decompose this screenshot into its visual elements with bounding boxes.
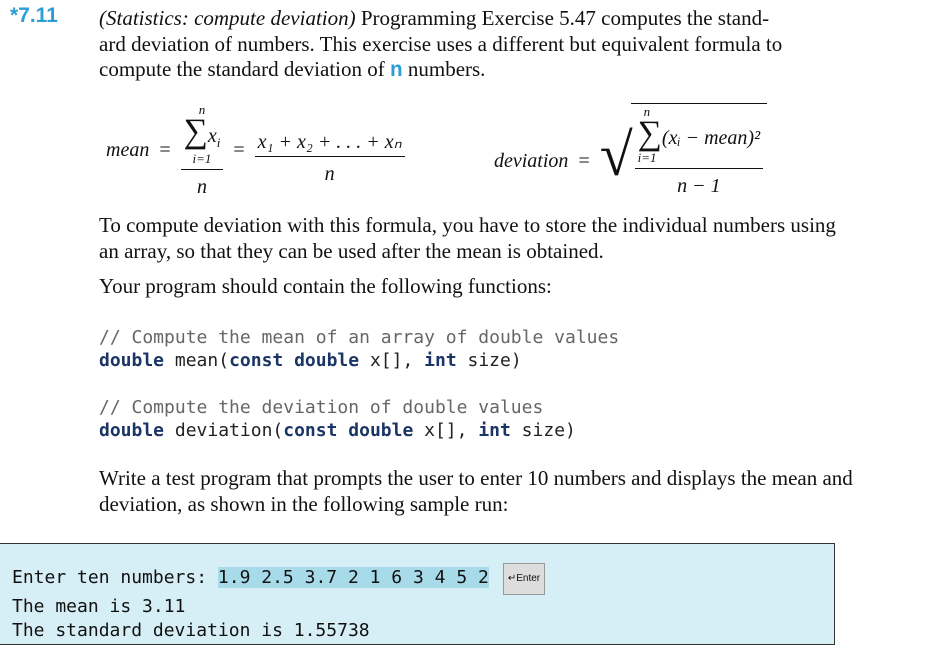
sum-lower: i=1 (637, 149, 657, 165)
code-text: x[], (413, 420, 479, 441)
exercise-intro: (Statistics: compute deviation) Programm… (99, 6, 859, 85)
code-keyword: double (99, 420, 165, 441)
paragraph: To compute deviation with this formula, … (99, 213, 836, 263)
sub-i: i (216, 134, 221, 150)
intro-text: ard deviation of numbers. This exercise … (99, 31, 783, 56)
denominator: n (324, 162, 335, 185)
code-block: // Compute the mean of an array of doubl… (99, 326, 619, 372)
code-text: size) (510, 420, 576, 441)
sqrt-sign: √ (599, 122, 633, 188)
paragraph: Write a test program that prompts the us… (99, 466, 853, 516)
code-keyword: double (99, 350, 165, 371)
code-text: mean( (164, 350, 230, 371)
code-block: // Compute the deviation of double value… (99, 396, 576, 442)
exercise-title: (Statistics: compute deviation) (99, 6, 356, 30)
intro-text: compute the standard deviation of (99, 57, 390, 81)
user-input: 1.9 2.5 3.7 2 1 6 3 4 5 2 (217, 567, 489, 588)
prompt-text: Enter ten numbers: (12, 567, 218, 588)
sum-term: x (207, 124, 217, 147)
variable-n: n (390, 60, 403, 83)
output-line: The mean is 3.11 (12, 596, 186, 617)
sum-lower: i=1 (192, 150, 212, 166)
code-text: size) (456, 350, 522, 371)
equals: = (233, 138, 245, 161)
deviation-fraction: n ∑(xᵢ − mean)² i=1 n − 1 (630, 102, 768, 198)
paragraph: Your program should contain the followin… (99, 274, 552, 298)
dev-term: (xᵢ − mean)² (661, 126, 761, 149)
exercise-number: *7.11 (10, 4, 58, 27)
dev-denominator: n − 1 (677, 174, 721, 197)
sigma: ∑ (183, 112, 208, 150)
deviation-formula: deviation = √ n ∑(xᵢ − mean)² i=1 n − 1 (494, 102, 768, 198)
enter-key-icon: ↵Enter (502, 563, 546, 595)
code-text: x[], (359, 350, 425, 371)
code-keyword: const double (283, 420, 414, 441)
sample-run-output: Enter ten numbers: 1.9 2.5 3.7 2 1 6 3 4… (12, 563, 546, 643)
equals: = (578, 149, 590, 172)
expanded-fraction: x₁ + x₂ + . . . + xₙ n (254, 129, 405, 186)
equals: = (159, 138, 171, 161)
code-keyword: int (424, 350, 457, 371)
code-comment: // Compute the deviation of double value… (99, 397, 544, 418)
sum-fraction: n ∑xi i=1 n (180, 102, 224, 199)
mean-formula: mean = n ∑xi i=1 n = x₁ + x₂ + . . . + x… (106, 102, 405, 198)
output-line: The standard deviation is 1.55738 (12, 620, 370, 641)
deviation-label: deviation (494, 149, 569, 172)
code-keyword: const double (229, 350, 360, 371)
sigma: ∑ (637, 114, 662, 152)
denominator: n (196, 175, 207, 198)
code-text: deviation( (164, 420, 284, 441)
intro-text: Programming Exercise 5.47 computes the s… (355, 6, 770, 30)
code-keyword: int (478, 420, 511, 441)
code-comment: // Compute the mean of an array of doubl… (99, 327, 620, 348)
mean-label: mean (106, 138, 150, 161)
intro-text: numbers. (402, 57, 486, 81)
expanded-sum: x₁ + x₂ + . . . + xₙ (254, 129, 405, 157)
